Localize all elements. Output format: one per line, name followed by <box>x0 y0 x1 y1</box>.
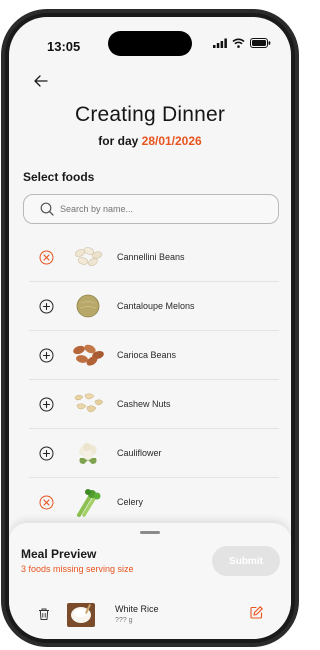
meal-item-amount: ??? g <box>115 617 133 624</box>
missing-serving-warning: 3 foods missing serving size <box>21 564 134 574</box>
page-subtitle: for day 28/01/2026 <box>9 134 291 148</box>
food-name: Cantaloupe Melons <box>117 301 195 311</box>
select-foods-label: Select foods <box>23 170 95 184</box>
add-circle-icon[interactable] <box>39 348 54 363</box>
submit-button[interactable]: Submit <box>212 546 280 576</box>
food-item-carioca-beans[interactable]: Carioca Beans <box>29 331 279 380</box>
meal-date: 28/01/2026 <box>141 134 202 148</box>
phone-frame: 13:05 Creating Dinner for day 28/01/2026… <box>1 9 299 647</box>
white-rice-icon <box>67 601 95 629</box>
back-button[interactable] <box>29 69 53 93</box>
food-item-cannellini-beans[interactable]: Cannellini Beans <box>29 233 279 282</box>
phone-bezel: 13:05 Creating Dinner for day 28/01/2026… <box>5 13 295 643</box>
remove-circle-icon[interactable] <box>39 250 54 265</box>
battery-icon <box>250 38 271 48</box>
signal-icon <box>213 38 227 48</box>
celery-icon <box>71 487 105 517</box>
add-circle-icon[interactable] <box>39 397 54 412</box>
meal-item-name: White Rice <box>115 604 159 614</box>
search-icon <box>40 202 54 216</box>
food-item-celery[interactable]: Celery <box>29 478 279 527</box>
edit-icon[interactable] <box>249 605 264 620</box>
food-name: Celery <box>117 497 144 507</box>
status-bar: 13:05 <box>9 17 291 61</box>
app-screen: 13:05 Creating Dinner for day 28/01/2026… <box>9 17 291 639</box>
search-box[interactable] <box>23 194 279 224</box>
status-icons <box>213 38 271 48</box>
arrow-left-icon <box>34 75 48 87</box>
food-item-cantaloupe-melons[interactable]: Cantaloupe Melons <box>29 282 279 331</box>
meal-preview-sheet: Meal Preview 3 foods missing serving siz… <box>9 523 291 639</box>
status-time: 13:05 <box>47 39 81 54</box>
meal-preview-title: Meal Preview <box>21 547 97 561</box>
wifi-icon <box>232 38 245 48</box>
food-item-cauliflower[interactable]: Cauliflower <box>29 429 279 478</box>
food-name: Carioca Beans <box>117 350 177 360</box>
page-title: Creating Dinner <box>74 103 226 126</box>
remove-circle-icon[interactable] <box>39 495 54 510</box>
food-name: Cashew Nuts <box>117 399 171 409</box>
cannellini-beans-icon <box>71 242 105 272</box>
sheet-drag-handle[interactable] <box>140 531 160 534</box>
food-name: Cannellini Beans <box>117 252 185 262</box>
trash-icon[interactable] <box>37 607 51 621</box>
cantaloupe-icon <box>71 291 105 321</box>
search-input[interactable] <box>60 204 260 214</box>
cauliflower-icon <box>71 438 105 468</box>
add-circle-icon[interactable] <box>39 299 54 314</box>
subtitle-prefix: for day <box>98 134 139 148</box>
food-list: Cannellini Beans Cantaloupe Melons Cario… <box>29 233 279 527</box>
food-name: Cauliflower <box>117 448 162 458</box>
add-circle-icon[interactable] <box>39 446 54 461</box>
dynamic-island <box>108 31 192 56</box>
food-item-cashew-nuts[interactable]: Cashew Nuts <box>29 380 279 429</box>
cashew-icon <box>71 389 105 419</box>
carioca-beans-icon <box>71 340 105 370</box>
meal-item-row: White Rice ??? g <box>9 599 291 639</box>
